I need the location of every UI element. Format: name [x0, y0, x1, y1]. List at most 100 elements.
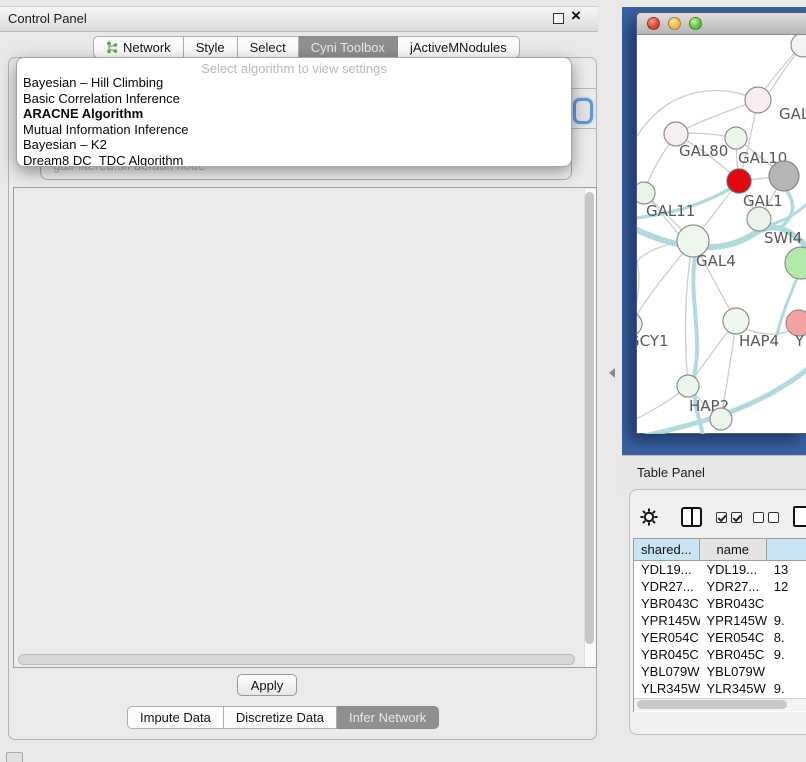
unchecked-box-icon[interactable]: [753, 512, 764, 523]
column-header-col2[interactable]: [767, 539, 806, 560]
table-cell: [767, 595, 806, 612]
table-cell: YBR043C: [700, 595, 767, 612]
algorithm-option-dream8-dc-tdc-algorithm[interactable]: Dream8 DC_TDC Algorithm: [17, 153, 571, 168]
table-row[interactable]: YBR045CYBR045C9.: [634, 646, 806, 663]
network-window[interactable]: GALGAL80GAL10GAL1GAL11SWI4GAL4GCY1HAP4YH…: [636, 12, 806, 434]
network-node[interactable]: [785, 247, 806, 279]
checked-box-icon[interactable]: [731, 512, 742, 523]
hidden-focused-combo: [573, 98, 593, 124]
network-node-gal11[interactable]: [637, 182, 655, 204]
table-cell: [767, 663, 806, 680]
tab-style[interactable]: Style: [184, 36, 238, 58]
tab-label: Select: [250, 40, 286, 55]
settings-hscrollbar-thumb[interactable]: [18, 654, 575, 665]
algorithm-dropdown-list: Select algorithm to view settings Bayesi…: [16, 57, 572, 167]
node-label-y: Y: [794, 332, 805, 350]
bottom-tabbar: Impute DataDiscretize DataInfer Network: [127, 706, 439, 729]
column-header-name[interactable]: name: [700, 539, 767, 560]
table-cell: YDR27...: [700, 578, 767, 595]
unchecked-box-icon[interactable]: [768, 512, 779, 523]
table-row[interactable]: YPR145WYPR145W9.: [634, 612, 806, 629]
dropdown-placeholder: Select algorithm to view settings: [17, 61, 571, 75]
table-cell: YDR27...: [634, 578, 700, 595]
node-label-swi4: SWI4: [764, 229, 802, 247]
network-node-gal10[interactable]: [725, 127, 747, 149]
tab-select[interactable]: Select: [238, 36, 299, 58]
tab-label: jActiveMNodules: [410, 40, 507, 55]
table-panel-title: Table Panel: [637, 465, 705, 480]
table-cell: YLR345W: [634, 680, 700, 697]
table-hscrollbar-thumb[interactable]: [637, 700, 787, 709]
tab-label: Cyni Toolbox: [311, 40, 385, 55]
close-traffic-icon[interactable]: [647, 17, 660, 30]
dock-corner-chip[interactable]: [6, 752, 23, 762]
table-cell: 8.: [767, 629, 806, 646]
network-window-titlebar[interactable]: [637, 13, 806, 35]
desktop-area: GALGAL80GAL10GAL1GAL11SWI4GAL4GCY1HAP4YH…: [622, 7, 806, 456]
hidden-group-border: [572, 128, 597, 129]
table-cell: YPR145W: [700, 612, 767, 629]
network-canvas[interactable]: GALGAL80GAL10GAL1GAL11SWI4GAL4GCY1HAP4YH…: [637, 35, 806, 434]
network-node-hap4[interactable]: [723, 308, 749, 334]
tab-label: Network: [123, 40, 171, 55]
table-cell: YBL079W: [700, 663, 767, 680]
table-cell: YER054C: [700, 629, 767, 646]
table-cell: 9.: [767, 680, 806, 697]
table-cell: YDL19...: [700, 561, 767, 578]
network-node-gal[interactable]: [745, 87, 771, 113]
network-node-swi4[interactable]: [747, 207, 771, 231]
node-label-gal: GAL: [779, 105, 806, 123]
node-label-gal4: GAL4: [696, 252, 736, 270]
checked-box-icon[interactable]: [716, 512, 727, 523]
algorithm-option-aracne-algorithm[interactable]: ARACNE Algorithm: [17, 106, 571, 122]
table-cell: YPR145W: [634, 612, 700, 629]
node-table[interactable]: shared...name YDL19...YDL19...13YDR27...…: [633, 538, 806, 712]
algorithm-option-basic-correlation-inference[interactable]: Basic Correlation Inference: [17, 91, 571, 107]
tab-infer-network[interactable]: Infer Network: [337, 706, 439, 729]
settings-viewport: [13, 187, 597, 668]
table-cell: YBR045C: [700, 646, 767, 663]
algorithm-option-bayesian-hill-climbing[interactable]: Bayesian – Hill Climbing: [17, 75, 571, 91]
network-node-hap2[interactable]: [677, 375, 699, 397]
close-icon[interactable]: ×: [571, 6, 581, 26]
table-row[interactable]: YDR27...YDR27...12: [634, 578, 806, 595]
network-icon: [106, 41, 118, 54]
split-columns-icon[interactable]: [681, 507, 702, 527]
control-panel-titlebar: [0, 6, 598, 32]
table-cell: 9.: [767, 612, 806, 629]
algorithm-option-bayesian-k2[interactable]: Bayesian – K2: [17, 137, 571, 153]
minimize-traffic-icon[interactable]: [668, 17, 681, 30]
zoom-traffic-icon[interactable]: [689, 17, 702, 30]
gear-icon[interactable]: [640, 508, 658, 526]
float-window-icon[interactable]: [553, 13, 564, 24]
table-cell: 12: [767, 578, 806, 595]
network-nodes[interactable]: GALGAL80GAL10GAL1GAL11SWI4GAL4GCY1HAP4YH…: [637, 35, 806, 430]
table-row[interactable]: YDL19...YDL19...13: [634, 561, 806, 578]
tab-label: Style: [196, 40, 225, 55]
tab-discretize-data[interactable]: Discretize Data: [224, 706, 337, 729]
table-cell: YBR043C: [634, 595, 700, 612]
algorithm-option-mutual-information-inference[interactable]: Mutual Information Inference: [17, 122, 571, 138]
network-node-gal1[interactable]: [727, 169, 751, 193]
table-cell: 9.: [767, 646, 806, 663]
table-row[interactable]: YBR043CYBR043C: [634, 595, 806, 612]
settings-vscrollbar-thumb[interactable]: [585, 192, 594, 644]
tab-jactivemnodules[interactable]: jActiveMNodules: [398, 36, 520, 58]
tab-network[interactable]: Network: [93, 36, 184, 58]
table-header-row: shared...name: [634, 539, 806, 561]
node-label-hap4: HAP4: [739, 332, 779, 350]
page-icon[interactable]: [793, 506, 806, 527]
tab-cyni-toolbox[interactable]: Cyni Toolbox: [299, 36, 398, 58]
tab-impute-data[interactable]: Impute Data: [127, 706, 224, 729]
control-panel-tabbar: Network Style Select Cyni Toolbox jActiveMNo…: [93, 36, 520, 58]
apply-button[interactable]: Apply: [237, 674, 297, 696]
network-node[interactable]: [769, 161, 799, 191]
table-row[interactable]: YLR345WYLR345W9.: [634, 680, 806, 697]
column-header-shared[interactable]: shared...: [634, 539, 700, 560]
table-row[interactable]: YER054CYER054C8.: [634, 629, 806, 646]
panel-divider-grip-icon[interactable]: [609, 368, 615, 378]
table-row[interactable]: YBL079WYBL079W: [634, 663, 806, 680]
table-cell: YDL19...: [634, 561, 700, 578]
table-cell: YLR345W: [700, 680, 767, 697]
network-node[interactable]: [710, 408, 732, 430]
